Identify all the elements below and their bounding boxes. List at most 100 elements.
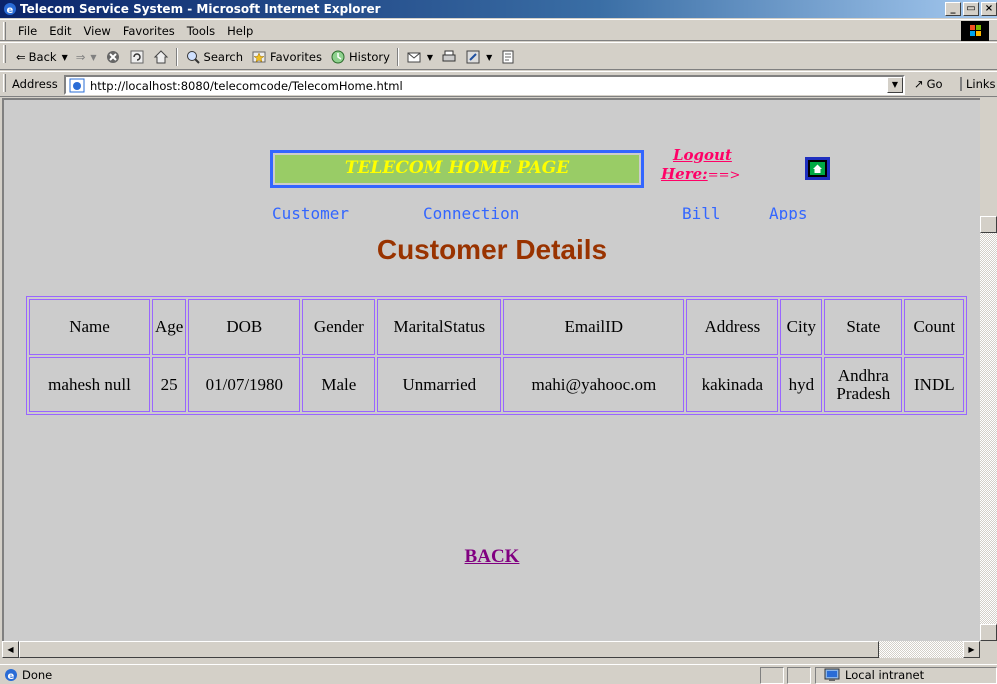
logout-link[interactable]: Logout Here:==> — [661, 146, 771, 185]
mail-dropdown-icon: ▼ — [426, 52, 434, 62]
page-heading: Customer Details — [376, 234, 608, 265]
address-label: Address — [12, 77, 58, 91]
history-button[interactable]: History — [326, 47, 394, 67]
scroll-right-button[interactable]: ▶ — [963, 641, 980, 658]
links-button[interactable]: Links — [960, 77, 996, 91]
cell-address: kakinada — [686, 357, 779, 412]
cell-age: 25 — [152, 357, 187, 412]
header-cell: DOB — [188, 299, 301, 355]
close-button[interactable]: × — [981, 2, 997, 16]
address-url: http://localhost:8080/telecomcode/Teleco… — [90, 79, 403, 93]
menu-bar: File Edit View Favorites Tools Help — [0, 19, 997, 41]
forward-button[interactable]: ⇒ ▼ — [72, 47, 101, 67]
home-banner: TELECOM HOME PAGE — [270, 150, 644, 188]
menu-file[interactable]: File — [12, 23, 43, 39]
toolbar-grip — [3, 45, 6, 63]
horizontal-scrollbar[interactable]: ◀ ▶ — [2, 641, 980, 658]
search-button[interactable]: Search — [181, 47, 248, 67]
standard-toolbar: ⇐ Back ▼ ⇒ ▼ Search Favorites History ▼ … — [0, 42, 997, 70]
print-button[interactable] — [437, 47, 461, 67]
address-dropdown-icon[interactable]: ▼ — [887, 77, 903, 93]
back-link[interactable]: BACK — [465, 546, 520, 567]
nav-links: Customer Connection Bill Apps — [4, 204, 980, 220]
browser-window: e Telecom Service System - Microsoft Int… — [0, 0, 997, 684]
stop-button[interactable] — [101, 47, 125, 67]
menu-help[interactable]: Help — [221, 23, 259, 39]
ie-icon: e — [4, 3, 16, 16]
status-text: Done — [22, 668, 53, 682]
address-input[interactable]: http://localhost:8080/telecomcode/Teleco… — [64, 75, 905, 95]
header-cell: Address — [686, 299, 779, 355]
address-bar: Address http://localhost:8080/telecomcod… — [0, 71, 997, 97]
scroll-down-button[interactable] — [980, 624, 997, 641]
menu-grip — [3, 22, 6, 40]
title-bar: e Telecom Service System - Microsoft Int… — [0, 0, 997, 18]
stop-icon — [106, 51, 119, 63]
nav-bill[interactable]: Bill — [682, 204, 721, 220]
svg-text:e: e — [8, 671, 15, 682]
customer-table: Name Age DOB Gender MaritalStatus EmailI… — [26, 296, 968, 415]
home-button[interactable] — [149, 47, 173, 67]
forward-dropdown-icon: ▼ — [90, 52, 97, 62]
menu-edit[interactable]: Edit — [43, 23, 77, 39]
back-dropdown-icon: ▼ — [61, 52, 68, 62]
page-content: TELECOM HOME PAGE Logout Here:==> Custom… — [4, 100, 980, 641]
menu-tools[interactable]: Tools — [181, 23, 221, 39]
table-row: mahesh null 25 01/07/1980 Male Unmarried… — [29, 357, 965, 412]
refresh-button[interactable] — [125, 47, 149, 67]
go-arrow-icon: ↗ — [914, 77, 924, 91]
back-label: Back — [28, 50, 57, 64]
discuss-button[interactable] — [496, 47, 520, 67]
header-cell: City — [780, 299, 823, 355]
go-button[interactable]: ↗ Go — [914, 77, 943, 91]
mail-button[interactable]: ▼ — [402, 47, 437, 67]
logout-here: Here: — [661, 165, 708, 183]
nav-connection[interactable]: Connection — [423, 204, 519, 220]
cell-country: INDL — [904, 357, 965, 412]
vertical-scrollbar[interactable] — [980, 216, 997, 641]
nav-apps[interactable]: Apps — [769, 204, 808, 220]
status-bar: e Done Local intranet — [0, 664, 997, 684]
search-icon — [186, 51, 200, 64]
refresh-icon — [130, 50, 144, 64]
history-icon — [331, 50, 345, 64]
home-icon — [153, 50, 168, 64]
scroll-left-button[interactable]: ◀ — [2, 641, 19, 658]
table-header-row: Name Age DOB Gender MaritalStatus EmailI… — [29, 299, 965, 355]
favorites-button[interactable]: Favorites — [247, 47, 326, 67]
favorites-icon — [252, 51, 266, 63]
toolbar-separator — [396, 48, 399, 66]
print-icon — [442, 50, 456, 62]
edit-icon — [466, 50, 480, 64]
search-label: Search — [203, 50, 244, 64]
svg-text:e: e — [7, 5, 14, 16]
header-cell: Name — [29, 299, 150, 355]
menu-favorites[interactable]: Favorites — [117, 23, 181, 39]
page-done-icon: e — [5, 669, 17, 682]
maximize-button[interactable]: ▭ — [963, 2, 979, 16]
back-link-wrap: BACK — [4, 546, 980, 568]
go-label: Go — [926, 77, 943, 91]
status-pane — [760, 667, 784, 684]
edit-button[interactable]: ▼ — [461, 47, 496, 67]
page-viewport: TELECOM HOME PAGE Logout Here:==> Custom… — [2, 98, 980, 641]
menu-view[interactable]: View — [78, 23, 117, 39]
logout-label: Logout — [673, 146, 732, 164]
toolbar-separator — [175, 48, 178, 66]
edit-dropdown-icon: ▼ — [486, 52, 493, 62]
history-label: History — [348, 50, 390, 64]
minimize-button[interactable]: _ — [945, 2, 961, 16]
discuss-icon — [502, 50, 514, 64]
header-cell: State — [824, 299, 903, 355]
favorites-label: Favorites — [270, 50, 322, 64]
windows-logo-icon — [961, 21, 989, 41]
nav-customer[interactable]: Customer — [272, 204, 349, 220]
cell-city: hyd — [780, 357, 823, 412]
scroll-up-button[interactable] — [980, 216, 997, 233]
back-arrow-icon: ⇐ — [16, 50, 26, 64]
horizontal-scroll-thumb[interactable] — [19, 641, 879, 658]
mail-icon — [407, 52, 421, 63]
address-grip — [3, 74, 6, 92]
back-button[interactable]: ⇐ Back ▼ — [12, 47, 72, 67]
home-image-button[interactable] — [805, 157, 830, 180]
